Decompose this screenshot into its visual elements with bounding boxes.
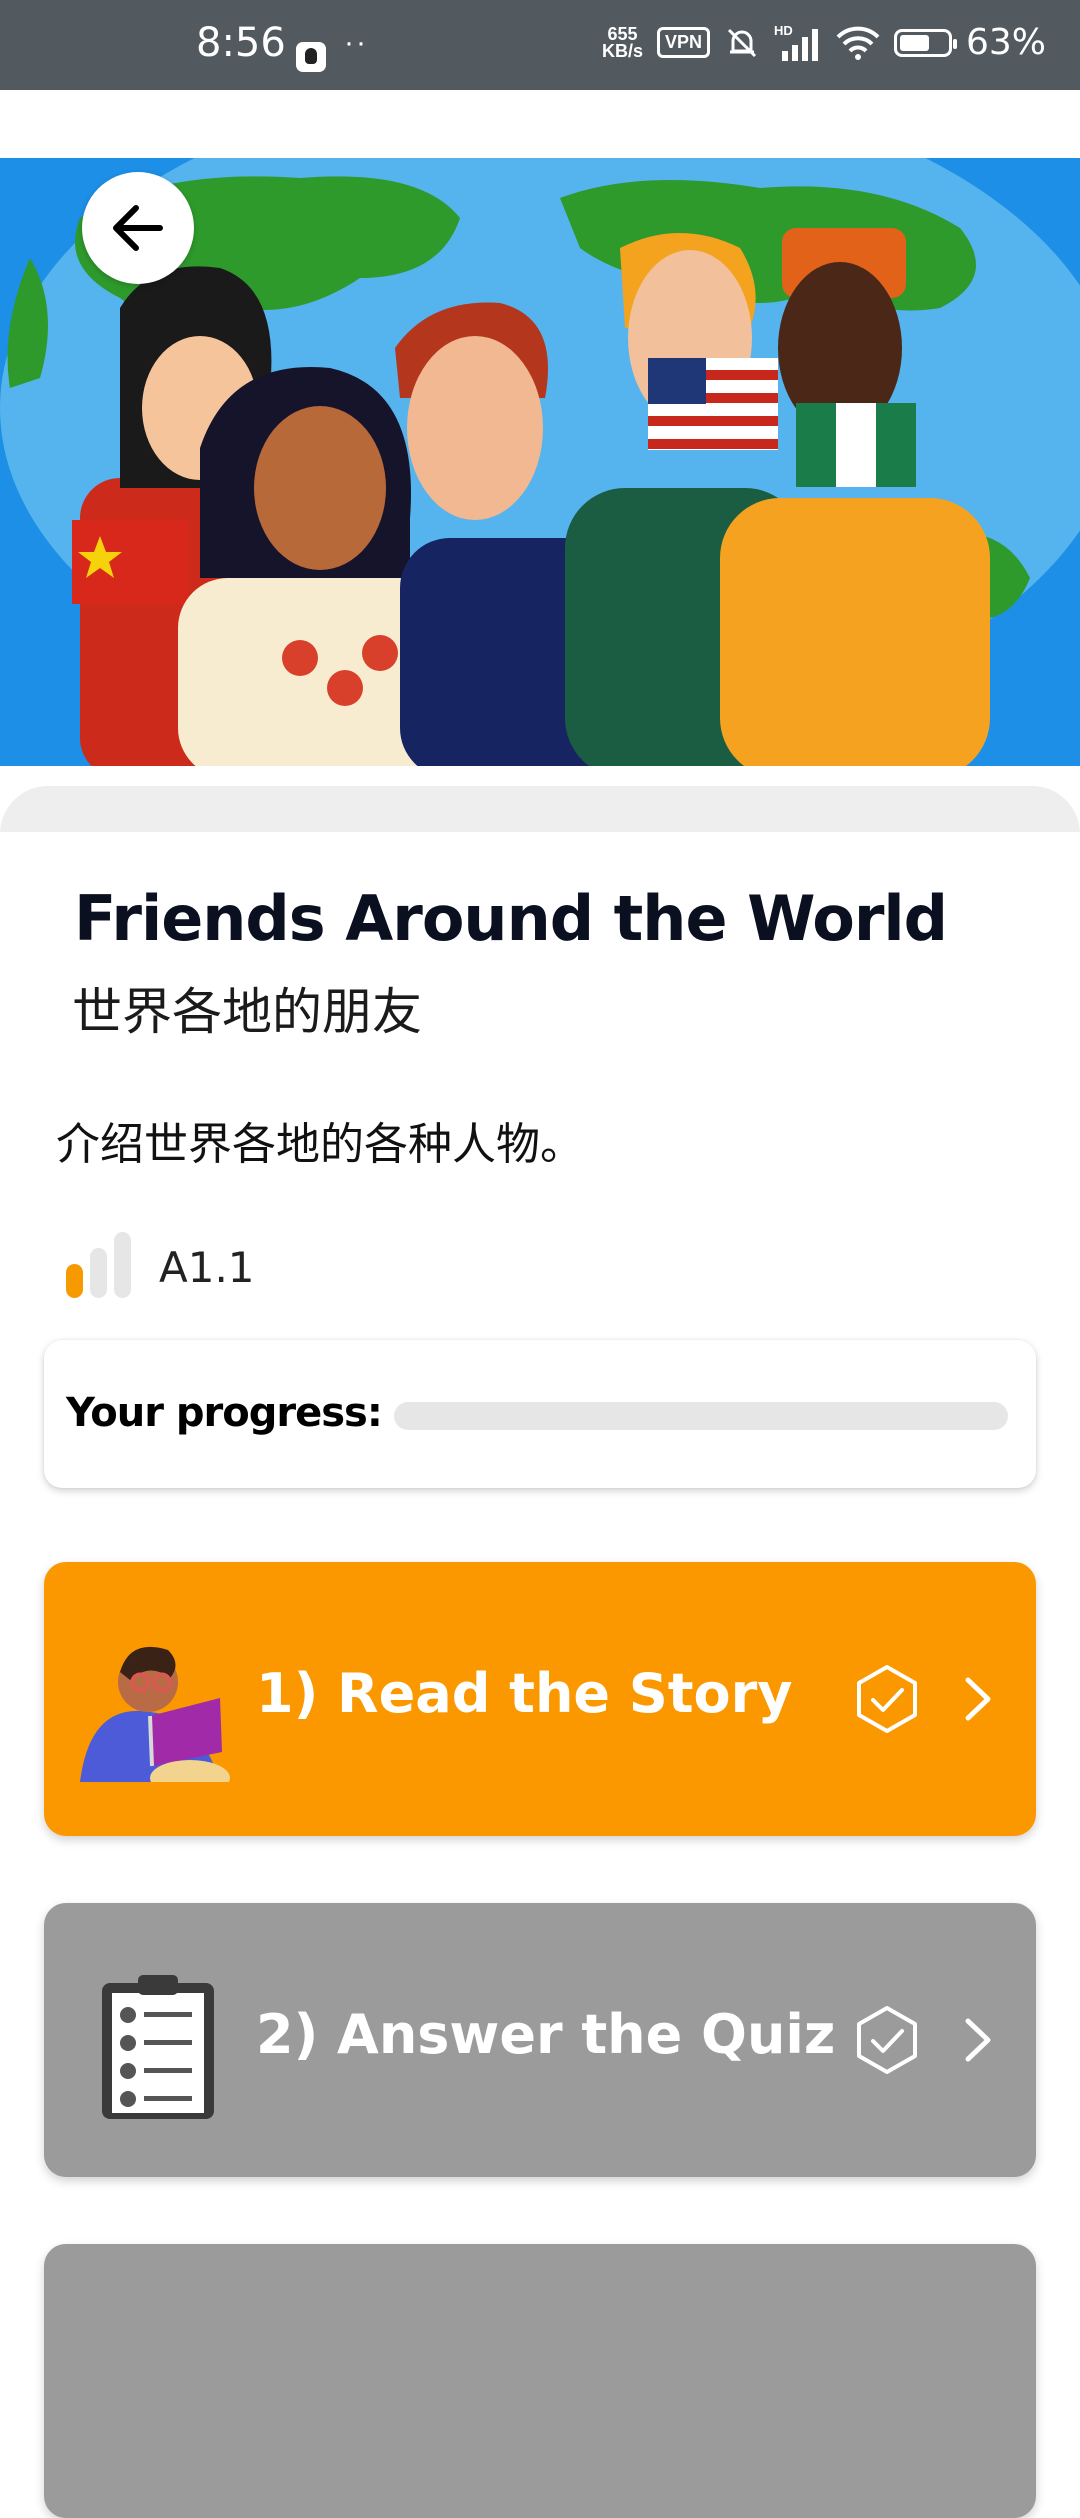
lesson-description: 介绍世界各地的各种人物。 [56, 1119, 584, 1170]
chevron-right-icon [965, 2018, 991, 2062]
step-answer-quiz-button[interactable]: 2) Answer the Quiz [44, 1903, 1036, 2177]
arrow-left-icon [113, 205, 163, 251]
battery-percent: 63% [965, 22, 1046, 63]
clipboard-checklist-icon [102, 1975, 214, 2119]
status-bar: 8:56 ·· 655 KB/s VPN HD 63% [0, 0, 1080, 90]
progress-label: Your progress: [66, 1390, 383, 1436]
progress-bar [394, 1402, 1008, 1430]
back-button[interactable] [82, 172, 194, 284]
level-indicator: A1.1 [66, 1232, 255, 1298]
level-bars-icon [66, 1232, 131, 1298]
check-badge-icon [857, 1665, 917, 1733]
mute-bell-icon [727, 28, 757, 57]
status-time: 8:56 [196, 20, 286, 66]
status-more-dots: ·· [344, 26, 368, 59]
status-indicators: 655 KB/s VPN HD 63% [602, 22, 1046, 63]
level-bar [90, 1248, 107, 1298]
notification-app-icon [296, 42, 326, 72]
lesson-title: Friends Around the World [74, 882, 948, 955]
level-label: A1.1 [159, 1243, 255, 1292]
check-badge-icon [857, 2006, 917, 2074]
reading-person-icon [80, 1646, 230, 1782]
level-bar [114, 1232, 131, 1298]
step-label: 2) Answer the Quiz [256, 2003, 836, 2066]
battery-level-fill [899, 34, 929, 51]
lesson-subtitle: 世界各地的朋友 [72, 983, 422, 1041]
step-read-story-button[interactable]: 1) Read the Story [44, 1562, 1036, 1836]
network-speed: 655 KB/s [601, 23, 643, 61]
chevron-right-icon [965, 1677, 991, 1721]
step-label: 1) Read the Story [256, 1662, 793, 1725]
battery-icon [893, 28, 957, 57]
network-speed-value: 655 [607, 23, 638, 44]
signal-icon: HD [774, 23, 822, 63]
wifi-icon [836, 26, 880, 60]
network-speed-unit: KB/s [601, 40, 643, 61]
vpn-badge: VPN [656, 27, 710, 58]
step-next-button[interactable] [44, 2244, 1036, 2518]
level-bar [66, 1264, 83, 1298]
progress-card: Your progress: [44, 1340, 1036, 1488]
